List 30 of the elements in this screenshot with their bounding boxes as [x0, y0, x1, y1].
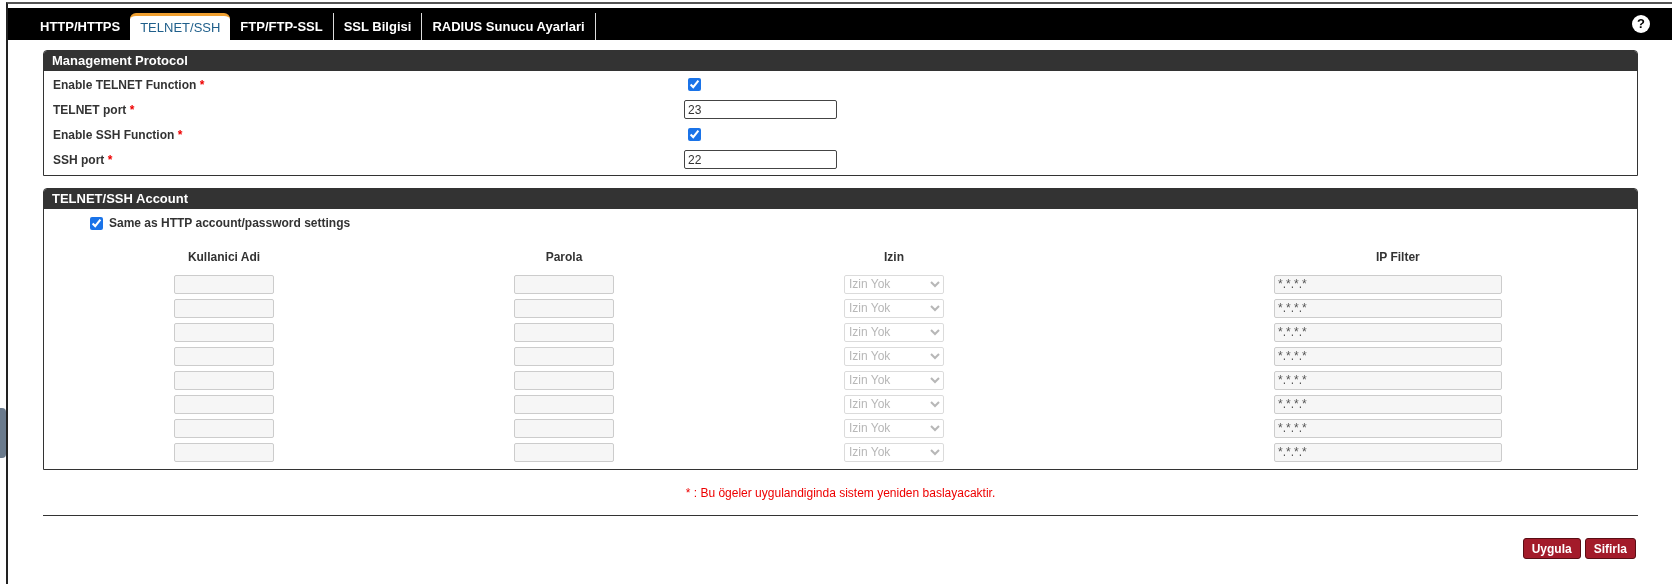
- column-header: Izin: [884, 250, 904, 266]
- column-header: IP Filter: [1375, 250, 1420, 266]
- field-label: Enable TELNET Function: [53, 77, 198, 92]
- tab[interactable]: FTP/FTP-SSL: [230, 13, 334, 40]
- required-mark: *: [129, 102, 135, 117]
- tab[interactable]: HTTP/HTTPS: [30, 13, 131, 40]
- restart-note: * : Bu ögeler uygulandiginda sistem yeniden baslayacaktir.: [684, 486, 997, 500]
- required-mark: *: [107, 152, 113, 167]
- tab[interactable]: RADIUS Sunucu Ayarlari: [422, 13, 596, 40]
- column-header: Kullanici Adi: [187, 250, 261, 266]
- field-label: Enable SSH Function: [53, 127, 176, 142]
- field-label: SSH port: [53, 152, 106, 167]
- panel-title: TELNET/SSH Account: [44, 189, 1637, 209]
- field-label: TELNET port: [53, 102, 128, 117]
- tab[interactable]: TELNET/SSH: [130, 13, 231, 40]
- required-mark: *: [199, 77, 205, 92]
- panel-title: Management Protocol: [44, 51, 1637, 71]
- required-mark: *: [177, 127, 183, 142]
- collapse-handle[interactable]: [0, 408, 6, 458]
- checkbox[interactable]: [688, 78, 701, 91]
- port-field[interactable]: 23: [684, 100, 837, 119]
- action-button[interactable]: Sifirla: [1584, 538, 1636, 559]
- checkbox[interactable]: [688, 128, 701, 141]
- column-header: Parola: [545, 250, 583, 266]
- help-button[interactable]: ?: [1632, 15, 1650, 33]
- port-field[interactable]: 22: [684, 150, 837, 169]
- checkbox-label: Same as HTTP account/password settings: [109, 216, 351, 230]
- tab[interactable]: SSL Bilgisi: [333, 13, 423, 40]
- action-button[interactable]: Uygula: [1522, 538, 1581, 559]
- checkbox[interactable]: [90, 216, 103, 230]
